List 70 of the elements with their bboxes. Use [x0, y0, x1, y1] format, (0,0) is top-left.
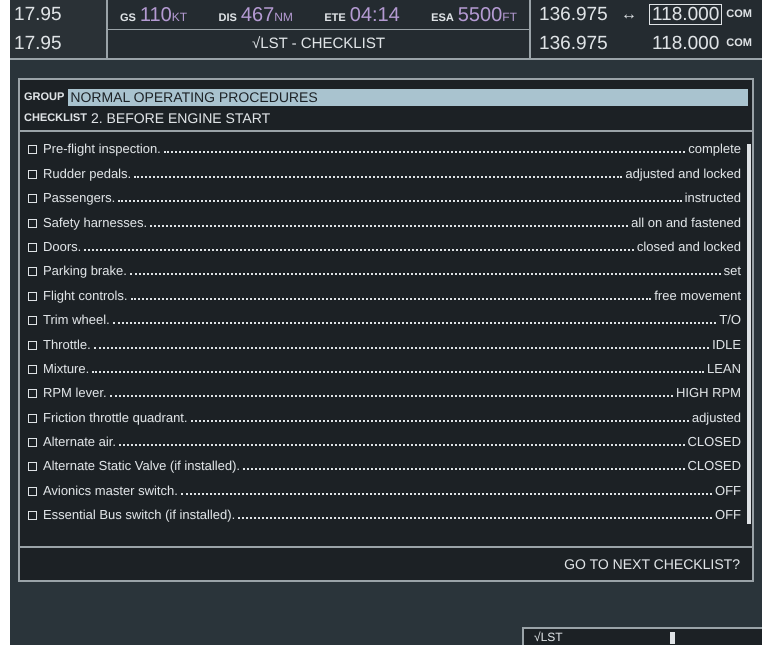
- standby-frequency[interactable]: 136.975: [539, 34, 621, 53]
- next-checklist-prompt[interactable]: GO TO NEXT CHECKLIST?: [564, 554, 740, 574]
- com-label: COM: [726, 38, 752, 49]
- active-frequency[interactable]: 118.000: [649, 4, 722, 25]
- softkey[interactable]: √LST: [522, 627, 762, 645]
- checklist-action: OFF: [715, 508, 741, 522]
- checkbox[interactable]: [28, 267, 37, 276]
- checklist-item: Mixture.: [43, 362, 90, 375]
- checklist-item: Passengers.: [43, 191, 116, 204]
- checklist-item: Parking brake.: [43, 264, 127, 278]
- checklist-action: free movement: [654, 288, 741, 302]
- checklist-action: CLOSED: [688, 435, 741, 448]
- checkbox[interactable]: [28, 145, 37, 154]
- group-label: GROUP: [24, 90, 64, 105]
- page-title: √LST - CHECKLIST: [252, 34, 385, 54]
- checklist-action: instructed: [684, 191, 741, 204]
- active-frequency[interactable]: 118.000: [649, 33, 722, 54]
- checklist-action: adjusted: [692, 410, 741, 424]
- checklist-action: complete: [688, 142, 741, 156]
- checkbox[interactable]: [28, 414, 37, 423]
- checkbox[interactable]: [28, 364, 37, 374]
- checklist-item: Rudder pedals.: [43, 166, 132, 180]
- checkbox[interactable]: [28, 170, 37, 179]
- checklist-action: set: [724, 264, 741, 278]
- checklist-item: Avionics master switch.: [43, 484, 178, 497]
- checklist-item: Alternate air.: [43, 435, 116, 448]
- checkbox[interactable]: [28, 389, 37, 398]
- data-field: ESA 5500FT: [431, 0, 517, 30]
- checkbox[interactable]: [28, 438, 37, 448]
- data-field: DIS 467NM: [218, 0, 293, 30]
- swap-arrow: ↔: [621, 6, 638, 22]
- checklist-action: IDLE: [712, 338, 741, 351]
- checklist-item: Friction throttle quadrant.: [43, 410, 188, 424]
- com-label: COM: [726, 9, 752, 20]
- checklist-name[interactable]: 2. BEFORE ENGINE START: [90, 108, 270, 128]
- checklist-item: Throttle.: [43, 338, 91, 351]
- checklist-item: Flight controls.: [43, 288, 128, 302]
- checklist-action: LEAN: [707, 362, 741, 375]
- checkbox[interactable]: [28, 194, 37, 204]
- nav-frequency: 17.95: [14, 5, 63, 24]
- checkbox[interactable]: [28, 316, 37, 326]
- checkbox[interactable]: [28, 340, 37, 350]
- checklist-action: T/O: [719, 313, 741, 326]
- checklist-item: Trim wheel.: [43, 313, 110, 326]
- checklist-action: all on and fastened: [631, 216, 741, 229]
- checklist-item: Pre-flight inspection.: [43, 142, 161, 156]
- data-field: ETE 04:14: [324, 0, 400, 30]
- checkbox[interactable]: [28, 292, 37, 301]
- checklist-action: CLOSED: [688, 459, 741, 472]
- group-field[interactable]: NORMAL OPERATING PROCEDURES: [68, 88, 748, 106]
- checklist-item: RPM lever.: [43, 386, 107, 400]
- nav-frequency: 17.95: [14, 34, 63, 53]
- checklist-label: CHECKLIST: [24, 110, 87, 126]
- checklist-action: closed and locked: [636, 240, 741, 253]
- checklist-item: Essential Bus switch (if installed).: [43, 508, 236, 522]
- checklist-action: OFF: [715, 484, 741, 497]
- standby-frequency[interactable]: 136.975: [539, 5, 621, 24]
- checkbox[interactable]: [28, 511, 37, 520]
- data-field: GS 110KT: [120, 0, 188, 30]
- checkbox[interactable]: [28, 486, 37, 496]
- checklist-item: Safety harnesses.: [43, 216, 148, 229]
- checklist-item: Doors.: [43, 240, 82, 253]
- checkbox[interactable]: [28, 218, 37, 228]
- checklist-action: HIGH RPM: [676, 386, 741, 400]
- checklist-item: Alternate Static Valve (if installed).: [43, 459, 240, 472]
- checkbox[interactable]: [28, 462, 37, 472]
- checkbox[interactable]: [28, 242, 37, 252]
- checklist-action: adjusted and locked: [625, 166, 741, 180]
- scrollbar[interactable]: [747, 144, 751, 524]
- softkey-indicator: [670, 632, 675, 644]
